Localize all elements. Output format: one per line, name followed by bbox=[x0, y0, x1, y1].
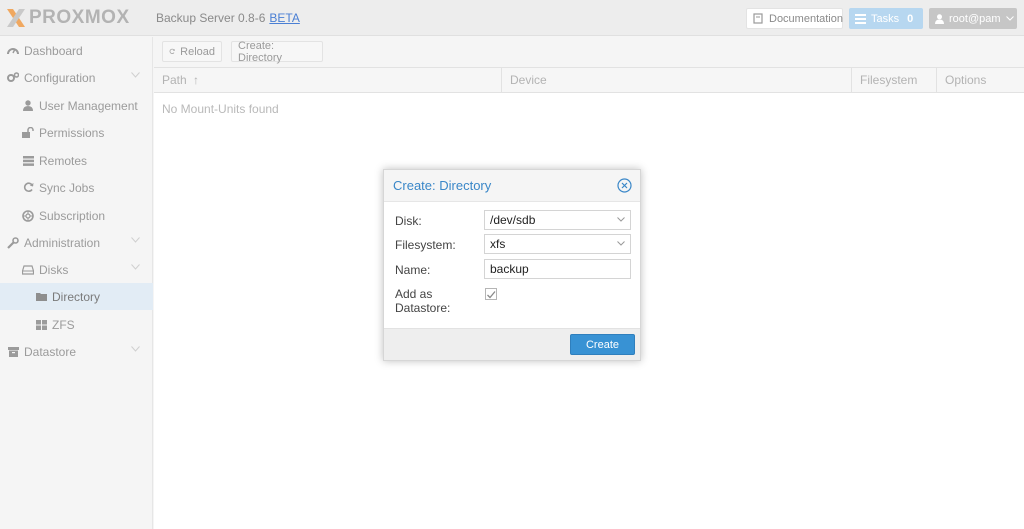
create-label: Create bbox=[585, 338, 620, 351]
reload-label: Reload bbox=[180, 45, 215, 58]
user-icon bbox=[22, 100, 34, 112]
sidebar-item-zfs[interactable]: ZFS bbox=[0, 311, 153, 338]
dialog-footer: Create bbox=[384, 328, 640, 360]
chevron-down-icon bbox=[1005, 16, 1014, 21]
archive-icon bbox=[7, 346, 19, 358]
sort-ascending-icon: ↑ bbox=[193, 73, 200, 87]
column-label: Device bbox=[510, 73, 547, 87]
sidebar-item-subscription[interactable]: Subscription bbox=[0, 202, 153, 229]
folder-icon bbox=[35, 291, 47, 303]
navigation-sidebar: Dashboard Configuration User Management … bbox=[0, 37, 153, 529]
th-large-icon bbox=[35, 319, 47, 331]
user-menu-button[interactable]: root@pam bbox=[929, 8, 1017, 29]
dialog-header[interactable]: Create: Directory bbox=[384, 170, 640, 202]
sidebar-item-label: Datastore bbox=[24, 344, 77, 359]
sidebar-item-label: Subscription bbox=[39, 208, 106, 223]
column-header-device[interactable]: Device bbox=[502, 68, 852, 93]
chevron-down-icon[interactable] bbox=[131, 72, 140, 78]
name-input[interactable]: backup bbox=[484, 259, 631, 279]
sidebar-item-label: Disks bbox=[39, 262, 69, 277]
sidebar-item-label: Administration bbox=[24, 235, 101, 250]
sidebar-item-label: Directory bbox=[52, 289, 101, 304]
book-icon bbox=[753, 13, 763, 24]
documentation-label: Documentation bbox=[769, 12, 843, 25]
sidebar-item-sync-jobs[interactable]: Sync Jobs bbox=[0, 174, 153, 201]
grid-toolbar: Reload Create: Directory bbox=[154, 37, 1024, 67]
sidebar-item-label: ZFS bbox=[52, 317, 75, 332]
sidebar-item-label: Permissions bbox=[39, 125, 105, 140]
name-value: backup bbox=[490, 262, 529, 276]
documentation-button[interactable]: Documentation bbox=[746, 8, 843, 29]
user-label: root@pam bbox=[949, 12, 1001, 25]
add-datastore-checkbox[interactable] bbox=[485, 288, 497, 300]
column-header-path[interactable]: Path ↑ bbox=[154, 68, 502, 93]
column-header-filesystem[interactable]: Filesystem bbox=[852, 68, 937, 93]
reload-button[interactable]: Reload bbox=[162, 41, 222, 62]
beta-link[interactable]: BETA bbox=[269, 11, 299, 25]
tasks-label: Tasks bbox=[871, 12, 900, 25]
column-label: Filesystem bbox=[860, 73, 918, 87]
close-icon[interactable] bbox=[617, 178, 632, 193]
filesystem-label: Filesystem: bbox=[395, 238, 456, 252]
create-directory-label: Create: Directory bbox=[238, 39, 283, 64]
filesystem-value: xfs bbox=[490, 237, 506, 251]
tasks-button[interactable]: Tasks 0 bbox=[849, 8, 923, 29]
sidebar-item-configuration[interactable]: Configuration bbox=[0, 64, 153, 91]
sidebar-item-label: Dashboard bbox=[24, 43, 83, 58]
checkmark-icon bbox=[487, 291, 496, 299]
filesystem-select[interactable]: xfs bbox=[484, 234, 631, 254]
disk-select[interactable]: /dev/sdb bbox=[484, 210, 631, 230]
add-datastore-label-line1: Add as bbox=[395, 287, 433, 301]
product-name: Backup Server 0.8-6 bbox=[156, 11, 266, 25]
tasks-count-badge: 0 bbox=[907, 12, 914, 25]
empty-grid-message: No Mount-Units found bbox=[162, 102, 279, 116]
column-label: Options bbox=[945, 73, 987, 87]
create-directory-dialog: Create: Directory Disk: /dev/sdb Filesys… bbox=[383, 169, 641, 361]
sidebar-item-dashboard[interactable]: Dashboard bbox=[0, 37, 153, 64]
sidebar-item-directory[interactable]: Directory bbox=[0, 283, 153, 310]
sidebar-item-label: Remotes bbox=[39, 153, 88, 168]
sidebar-item-user-management[interactable]: User Management bbox=[0, 92, 153, 119]
sidebar-item-label: Configuration bbox=[24, 70, 96, 85]
chevron-down-icon[interactable] bbox=[131, 237, 140, 243]
life-ring-icon bbox=[22, 209, 34, 222]
add-datastore-label: Add as Datastore: bbox=[395, 287, 450, 315]
cogs-icon bbox=[7, 71, 19, 84]
column-label: Path bbox=[162, 73, 187, 87]
unlock-icon bbox=[22, 127, 34, 139]
sidebar-item-datastore[interactable]: Datastore bbox=[0, 338, 153, 365]
chevron-down-icon[interactable] bbox=[131, 264, 140, 270]
column-header-options[interactable]: Options bbox=[937, 68, 1024, 93]
sidebar-item-label: User Management bbox=[39, 98, 138, 113]
sidebar-item-administration[interactable]: Administration bbox=[0, 229, 153, 256]
dashboard-icon bbox=[7, 45, 19, 57]
refresh-icon bbox=[169, 48, 175, 54]
hdd-icon bbox=[22, 264, 34, 276]
name-label: Name: bbox=[395, 263, 431, 277]
disk-label: Disk: bbox=[395, 214, 422, 228]
disk-value: /dev/sdb bbox=[490, 213, 536, 227]
top-header: PROXMOX Backup Server 0.8-6 BETA Document… bbox=[0, 0, 1024, 36]
product-version: Backup Server 0.8-6 BETA bbox=[156, 11, 300, 25]
grid-header: Path ↑ Device Filesystem Options bbox=[154, 67, 1024, 93]
sidebar-item-label: Sync Jobs bbox=[39, 180, 95, 195]
list-icon bbox=[855, 13, 866, 24]
user-icon bbox=[935, 13, 944, 24]
chevron-down-icon[interactable] bbox=[617, 217, 625, 222]
server-icon bbox=[22, 155, 34, 167]
sidebar-item-disks[interactable]: Disks bbox=[0, 256, 153, 283]
refresh-icon bbox=[22, 182, 34, 194]
chevron-down-icon[interactable] bbox=[131, 346, 140, 352]
chevron-down-icon[interactable] bbox=[617, 241, 625, 246]
proxmox-x-icon bbox=[7, 9, 25, 27]
create-button[interactable]: Create bbox=[570, 334, 635, 355]
create-directory-button[interactable]: Create: Directory bbox=[231, 39, 323, 64]
sidebar-item-permissions[interactable]: Permissions bbox=[0, 119, 153, 146]
add-datastore-label-line2: Datastore: bbox=[395, 301, 451, 315]
sidebar-item-remotes[interactable]: Remotes bbox=[0, 147, 153, 174]
dialog-title: Create: Directory bbox=[393, 178, 492, 193]
proxmox-logo: PROXMOX bbox=[6, 7, 130, 29]
brand-wordmark: PROXMOX bbox=[29, 7, 130, 28]
wrench-icon bbox=[7, 236, 19, 249]
